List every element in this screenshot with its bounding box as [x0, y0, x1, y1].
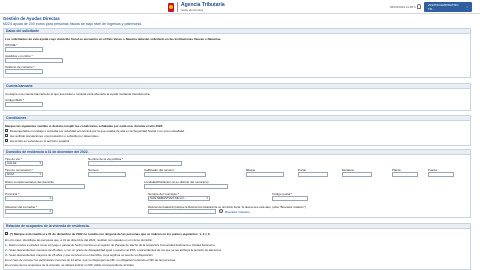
user-menu-label: 2233763 EMPIRATMO TR... — [428, 3, 459, 11]
condition-2-checkbox[interactable] — [5, 134, 8, 137]
no-cohabitants-checkbox[interactable] — [5, 232, 8, 235]
occupants-line1: (*) Marque esta casilla si a 31 de dicie… — [10, 232, 211, 236]
buscador-catastro-link[interactable]: Buscador Catastro — [225, 210, 250, 214]
logo-line1: Agencia Tributaria — [181, 1, 225, 8]
localidad-input[interactable] — [144, 184, 228, 189]
condition-1-checkbox[interactable] — [5, 129, 8, 132]
conditions-intro: Marque las siguientes casillas si declar… — [5, 124, 164, 128]
portal-input[interactable] — [298, 172, 328, 177]
ref-catastral-input[interactable] — [148, 209, 216, 214]
logo-text: Agencia Tributaria Sede electrónica — [181, 1, 225, 12]
page-subtitle: M224 ayuda de 200 euros para personas fí… — [3, 22, 143, 26]
tipo-num-select[interactable]: NUM — [5, 172, 43, 177]
tipo-via-select[interactable]: CALLE — [5, 161, 43, 166]
page-title: Gestión de Ayudas Directas — [3, 16, 60, 21]
logo-divider — [177, 2, 178, 12]
search-icon[interactable] — [219, 209, 223, 213]
notification-icon[interactable] — [417, 4, 421, 9]
apellidos-input[interactable] — [5, 58, 63, 63]
occupants-line3: 1.- Estén unidos a ustedes como cónyuge … — [5, 243, 216, 247]
provincia-select[interactable] — [5, 196, 53, 201]
iban-input[interactable] — [5, 102, 43, 107]
occupants-line7: En el caso de los ocupantes de la vivien… — [5, 263, 135, 267]
nombre-via-input[interactable] — [88, 161, 182, 166]
condition-3-checkbox[interactable] — [5, 139, 8, 142]
planta-input[interactable] — [392, 172, 418, 177]
occupants-line2: En otro caso, identifique las personas q… — [5, 238, 153, 242]
situacion-select[interactable] — [5, 209, 53, 214]
occupants-line4: 2.- Sean descendientes menores de 25 año… — [5, 248, 222, 252]
condition-1-label: Desempeñaba un trabajo o cotizaba por ac… — [10, 129, 185, 133]
condition-2-label: Ha recibido prestaciones o la prestación… — [10, 134, 100, 138]
spain-emblem-icon — [168, 2, 174, 12]
top-bar: Agencia Tributaria Sede electrónica 06/0… — [0, 0, 480, 14]
logo-line2: Sede electrónica — [181, 7, 204, 12]
user-menu-button[interactable]: 2233763 EMPIRATMO TR... ⋮ — [424, 2, 472, 12]
numero-input[interactable] — [88, 172, 126, 177]
dots-icon: ⋮ — [465, 4, 469, 10]
puerta-input[interactable] — [428, 172, 454, 177]
bank-intro: Consigne una cuenta bancaria de la que s… — [5, 92, 151, 96]
nif-input[interactable] — [5, 47, 43, 52]
session-date: 06/03/2023 11:28 h — [390, 5, 416, 9]
applicant-intro: Los solicitantes de esta ayuda cuyo domi… — [5, 37, 222, 41]
agency-logo[interactable]: Agencia Tributaria Sede electrónica — [168, 2, 225, 12]
telefono-input[interactable] — [5, 69, 43, 74]
datos-compl-input[interactable] — [5, 184, 85, 189]
cod-postal-input[interactable] — [272, 196, 308, 201]
occupants-line6: En el caso de conocer los particulares m… — [5, 258, 177, 262]
condition-3-label: Ha tenido su vivienda en el territorio e… — [10, 139, 71, 143]
occupants-line5: 3.- Sean descendientes mayores de 25 año… — [5, 253, 154, 257]
escalera-input[interactable] — [342, 172, 372, 177]
calif-num-input[interactable] — [144, 172, 206, 177]
municipio-select[interactable]: SAN SEBASTIAN DE LO... — [148, 196, 210, 201]
bloque-input[interactable] — [246, 172, 284, 177]
